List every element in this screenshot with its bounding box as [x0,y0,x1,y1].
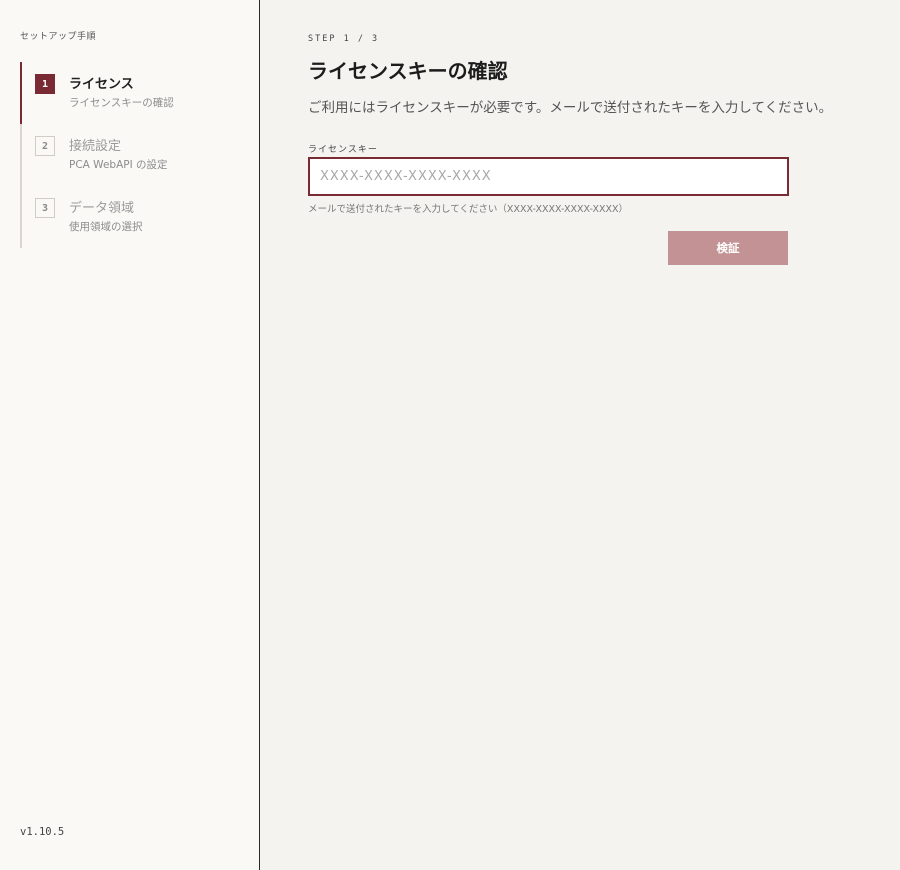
step-label: ライセンス [69,77,134,92]
step-sublabel: PCA WebAPI の設定 [69,159,168,171]
step-number-badge: 3 [35,198,55,218]
license-key-hint: メールで送付されたキーを入力してください（XXXX-XXXX-XXXX-XXXX… [308,204,629,215]
main-panel: STEP 1 / 3 ライセンスキーの確認 ご利用にはライセンスキーが必要です。… [260,0,900,870]
step-indicator: STEP 1 / 3 [308,34,380,44]
sidebar-step-connection[interactable]: 2 接続設定 PCA WebAPI の設定 [20,124,259,186]
step-label: 接続設定 [69,139,122,154]
license-key-input[interactable] [308,157,789,196]
step-label: データ領域 [69,201,135,216]
license-key-label: ライセンスキー [308,145,378,155]
step-number-badge: 1 [35,74,55,94]
verify-button[interactable]: 検証 [668,231,788,265]
page-title: ライセンスキーの確認 [308,59,508,83]
step-list: 1 ライセンス ライセンスキーの確認 2 接続設定 PCA WebAPI の設定… [20,62,259,248]
sidebar-title: セットアップ手順 [20,32,97,42]
step-sublabel: ライセンスキーの確認 [69,97,174,109]
step-number-badge: 2 [35,136,55,156]
page-description: ご利用にはライセンスキーが必要です。メールで送付されたキーを入力してください。 [308,100,833,116]
sidebar-step-data-area[interactable]: 3 データ領域 使用領域の選択 [20,186,259,248]
step-sublabel: 使用領域の選択 [69,221,143,233]
sidebar: セットアップ手順 1 ライセンス ライセンスキーの確認 2 接続設定 PCA W… [0,0,260,870]
app-version: v1.10.5 [20,826,65,838]
sidebar-step-license[interactable]: 1 ライセンス ライセンスキーの確認 [20,62,259,124]
setup-wizard: セットアップ手順 1 ライセンス ライセンスキーの確認 2 接続設定 PCA W… [0,0,900,870]
